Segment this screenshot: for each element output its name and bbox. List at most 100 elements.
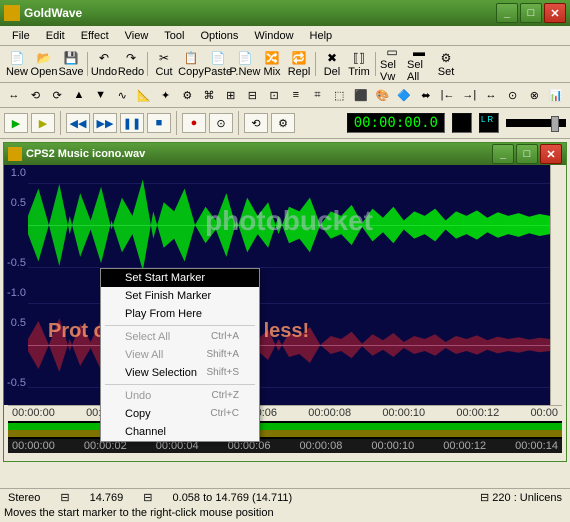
ctx-undo: UndoCtrl+Z bbox=[101, 387, 259, 405]
loop-button[interactable]: ⟲ bbox=[244, 113, 268, 133]
fx-button-24[interactable]: ⊗ bbox=[525, 85, 545, 105]
app-title: GoldWave bbox=[24, 6, 496, 20]
tb-selvw[interactable]: ▭Sel Vw bbox=[379, 48, 405, 80]
tb-set[interactable]: ⚙Set bbox=[433, 48, 459, 80]
tb-mix[interactable]: 🔀Mix bbox=[259, 48, 285, 80]
tb-cut[interactable]: ✂Cut bbox=[151, 48, 177, 80]
menu-tool[interactable]: Tool bbox=[156, 28, 192, 44]
play-button[interactable]: ▶ bbox=[4, 113, 28, 133]
fx-button-15[interactable]: ⬚ bbox=[329, 85, 349, 105]
doc-titlebar: CPS2 Music icono.wav _ □ ✕ bbox=[4, 143, 566, 165]
fx-button-14[interactable]: ⌗ bbox=[308, 85, 328, 105]
fx-button-6[interactable]: 📐 bbox=[134, 85, 154, 105]
fx-button-1[interactable]: ⟲ bbox=[26, 85, 46, 105]
main-toolbar: 📄New📂Open💾Save ↶Undo↷Redo ✂Cut📋Copy📄Paste📄… bbox=[0, 46, 570, 83]
menu-view[interactable]: View bbox=[117, 28, 157, 44]
rewind-button[interactable]: ◀◀ bbox=[66, 113, 90, 133]
volume-slider[interactable] bbox=[506, 119, 566, 127]
vertical-scrollbar[interactable] bbox=[550, 165, 566, 405]
tb-del[interactable]: ✖Del bbox=[319, 48, 345, 80]
fx-button-4[interactable]: ▼ bbox=[91, 85, 111, 105]
fx-button-3[interactable]: ▲ bbox=[69, 85, 89, 105]
level-meter bbox=[452, 113, 472, 133]
minimize-button[interactable]: _ bbox=[496, 3, 518, 23]
tb-copy[interactable]: 📋Copy bbox=[178, 48, 204, 80]
context-menu: Set Start MarkerSet Finish MarkerPlay Fr… bbox=[100, 268, 260, 442]
fx-button-5[interactable]: ∿ bbox=[112, 85, 132, 105]
play-selection-button[interactable]: ▶ bbox=[31, 113, 55, 133]
tb-redo[interactable]: ↷Redo bbox=[118, 48, 144, 80]
ctx-set-finish-marker[interactable]: Set Finish Marker bbox=[101, 287, 259, 305]
menu-edit[interactable]: Edit bbox=[38, 28, 73, 44]
fx-button-22[interactable]: ↔ bbox=[481, 85, 501, 105]
effects-toolbar: ↔⟲⟳▲▼∿📐✦⚙⌘⊞⊟⊡≡⌗⬚⬛🎨🔷⬌|←→|↔⊙⊗📊 bbox=[0, 83, 570, 108]
fx-button-2[interactable]: ⟳ bbox=[47, 85, 67, 105]
doc-icon bbox=[8, 147, 22, 161]
ctx-channel[interactable]: Channel bbox=[101, 423, 259, 441]
status-length: 14.769 bbox=[90, 492, 124, 504]
tb-undo[interactable]: ↶Undo bbox=[91, 48, 117, 80]
fx-button-19[interactable]: ⬌ bbox=[416, 85, 436, 105]
config-button[interactable]: ⚙ bbox=[271, 113, 295, 133]
tb-paste[interactable]: 📄Paste bbox=[205, 48, 231, 80]
ctx-play-from-here[interactable]: Play From Here bbox=[101, 305, 259, 323]
fx-button-17[interactable]: 🎨 bbox=[373, 85, 393, 105]
ctx-view-all: View AllShift+A bbox=[101, 346, 259, 364]
doc-maximize-button[interactable]: □ bbox=[516, 144, 538, 164]
fx-button-8[interactable]: ⚙ bbox=[178, 85, 198, 105]
fx-button-25[interactable]: 📊 bbox=[546, 85, 566, 105]
fx-button-16[interactable]: ⬛ bbox=[351, 85, 371, 105]
forward-button[interactable]: ▶▶ bbox=[93, 113, 117, 133]
fx-button-0[interactable]: ↔ bbox=[4, 85, 24, 105]
overview-ruler: 00:00:0000:00:0200:00:0400:00:0600:00:08… bbox=[8, 439, 562, 453]
menu-options[interactable]: Options bbox=[192, 28, 246, 44]
status-zoom: 220 : Unlicens bbox=[492, 492, 562, 504]
fx-button-21[interactable]: →| bbox=[459, 85, 479, 105]
tb-repl[interactable]: 🔁Repl bbox=[286, 48, 312, 80]
waveform-view[interactable]: 1.00.5-0.5-1.00.5-0.5 photobucket Prot o… bbox=[4, 165, 566, 405]
app-titlebar: GoldWave _ □ ✕ bbox=[0, 0, 570, 26]
record-button[interactable]: ● bbox=[182, 113, 206, 133]
fx-button-7[interactable]: ✦ bbox=[156, 85, 176, 105]
transport-bar: ▶ ▶ ◀◀ ▶▶ ❚❚ ■ ● ⊙ ⟲ ⚙ 00:00:00.0 L R bbox=[0, 108, 570, 139]
time-ruler[interactable]: 00:00:0000:00:0200:00:0400:00:0600:00:08… bbox=[8, 405, 562, 421]
fx-button-18[interactable]: 🔷 bbox=[394, 85, 414, 105]
fx-button-13[interactable]: ≡ bbox=[286, 85, 306, 105]
record-mode-button[interactable]: ⊙ bbox=[209, 113, 233, 133]
hint-bar: Moves the start marker to the right-clic… bbox=[0, 506, 570, 522]
overview-bar[interactable]: 00:00:0000:00:0200:00:0400:00:0600:00:08… bbox=[8, 421, 562, 453]
doc-close-button[interactable]: ✕ bbox=[540, 144, 562, 164]
fx-button-11[interactable]: ⊟ bbox=[243, 85, 263, 105]
amplitude-ruler: 1.00.5-0.5-1.00.5-0.5 bbox=[4, 165, 28, 405]
fx-button-9[interactable]: ⌘ bbox=[199, 85, 219, 105]
tb-open[interactable]: 📂Open bbox=[31, 48, 57, 80]
maximize-button[interactable]: □ bbox=[520, 3, 542, 23]
fx-button-10[interactable]: ⊞ bbox=[221, 85, 241, 105]
menu-window[interactable]: Window bbox=[246, 28, 301, 44]
menu-file[interactable]: File bbox=[4, 28, 38, 44]
status-selection: 0.058 to 14.769 (14.711) bbox=[173, 492, 293, 504]
menu-help[interactable]: Help bbox=[302, 28, 341, 44]
status-bar: Stereo ⊟ 14.769 ⊟ 0.058 to 14.769 (14.71… bbox=[0, 488, 570, 506]
fx-button-20[interactable]: |← bbox=[438, 85, 458, 105]
document-window: CPS2 Music icono.wav _ □ ✕ 1.00.5-0.5-1.… bbox=[3, 142, 567, 462]
tb-save[interactable]: 💾Save bbox=[58, 48, 84, 80]
tb-new[interactable]: 📄New bbox=[4, 48, 30, 80]
close-button[interactable]: ✕ bbox=[544, 3, 566, 23]
doc-minimize-button[interactable]: _ bbox=[492, 144, 514, 164]
ctx-set-start-marker[interactable]: Set Start Marker bbox=[101, 269, 259, 287]
time-display: 00:00:00.0 bbox=[347, 113, 445, 133]
stop-button[interactable]: ■ bbox=[147, 113, 171, 133]
ctx-copy[interactable]: CopyCtrl+C bbox=[101, 405, 259, 423]
tb-selall[interactable]: ▬Sel All bbox=[406, 48, 432, 80]
fx-button-12[interactable]: ⊡ bbox=[264, 85, 284, 105]
ctx-view-selection[interactable]: View SelectionShift+S bbox=[101, 364, 259, 382]
doc-title: CPS2 Music icono.wav bbox=[26, 148, 492, 160]
fx-button-23[interactable]: ⊙ bbox=[503, 85, 523, 105]
lr-indicator: L R bbox=[479, 113, 499, 133]
tb-trim[interactable]: ⟦⟧Trim bbox=[346, 48, 372, 80]
status-channels: Stereo bbox=[8, 492, 40, 504]
pause-button[interactable]: ❚❚ bbox=[120, 113, 144, 133]
menu-effect[interactable]: Effect bbox=[73, 28, 117, 44]
tb-pnew[interactable]: 📄P.New bbox=[232, 48, 258, 80]
